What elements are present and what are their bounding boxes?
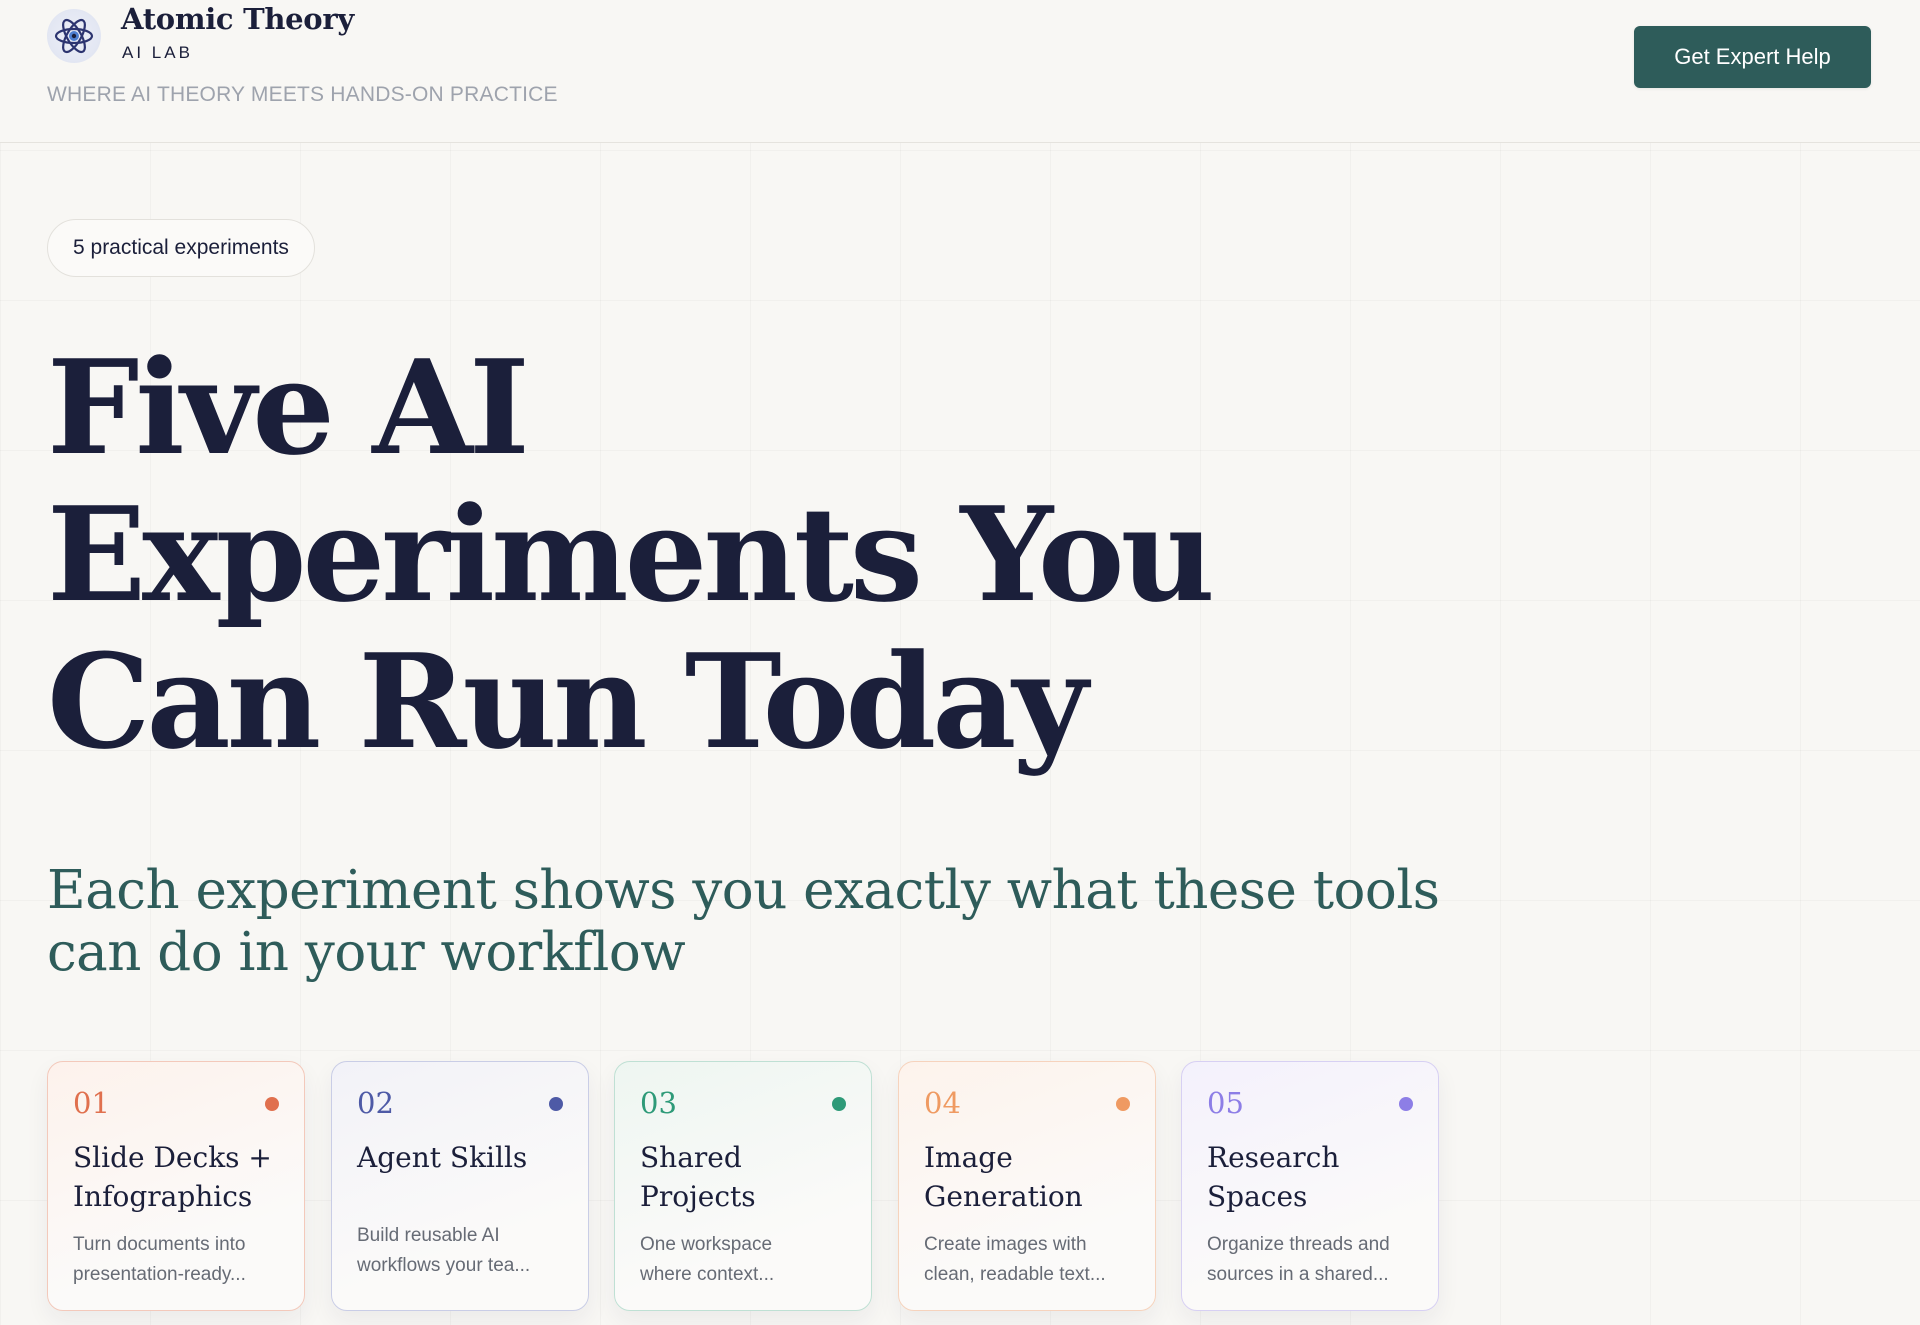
hero-title-line: Can Run Today — [47, 625, 1088, 778]
experiment-card-slide-decks[interactable]: 01 Slide Decks + Infographics Turn docum… — [47, 1061, 305, 1311]
card-number: 02 — [357, 1086, 394, 1120]
experiment-card-agent-skills[interactable]: 02 Agent Skills Build reusable AI workfl… — [331, 1061, 589, 1311]
hero-title-line: Five AI — [47, 331, 530, 484]
status-dot-icon — [549, 1097, 563, 1111]
experiment-cards: 01 Slide Decks + Infographics Turn docum… — [47, 1061, 1447, 1313]
status-dot-icon — [1116, 1097, 1130, 1111]
card-description-line: where context... — [640, 1264, 775, 1285]
card-description-line: One workspace — [640, 1234, 773, 1255]
card-number: 05 — [1207, 1086, 1244, 1120]
card-number: 03 — [640, 1086, 677, 1120]
status-dot-icon — [1399, 1097, 1413, 1111]
experiments-count-badge: 5 practical experiments — [47, 219, 315, 277]
card-description-line: clean, readable text... — [924, 1264, 1106, 1285]
card-title: Image Generation — [924, 1141, 1083, 1213]
card-title: Agent Skills — [357, 1141, 528, 1174]
card-description: Organize threads and sources in a shared… — [1207, 1230, 1422, 1290]
card-description: Create images with clean, readable text.… — [924, 1230, 1139, 1290]
hero-title: Five AI Experiments You Can Run Today — [47, 334, 1447, 775]
card-description: Turn documents into presentation-ready..… — [73, 1230, 288, 1290]
card-description-line: Organize threads and — [1207, 1234, 1390, 1255]
card-description: Build reusable AI workflows your tea... — [357, 1221, 572, 1281]
brand-name[interactable]: Atomic Theory — [121, 2, 354, 36]
card-description-line: presentation-ready... — [73, 1264, 246, 1285]
card-description-line: Turn documents into — [73, 1234, 246, 1255]
brand-subtitle: AI LAB — [122, 43, 193, 62]
site-header: Atomic Theory AI LAB WHERE AI THEORY MEE… — [0, 0, 1920, 143]
experiment-card-research-spaces[interactable]: 05 Research Spaces Organize threads and … — [1181, 1061, 1439, 1311]
experiment-card-shared-projects[interactable]: 03 Shared Projects One workspace where c… — [614, 1061, 872, 1311]
status-dot-icon — [265, 1097, 279, 1111]
card-description: One workspace where context... — [640, 1230, 855, 1290]
hero-title-line: Experiments You — [47, 478, 1215, 631]
card-description-line: Create images with — [924, 1234, 1087, 1255]
experiment-card-image-generation[interactable]: 04 Image Generation Create images with c… — [898, 1061, 1156, 1311]
card-description-line: workflows your tea... — [357, 1255, 531, 1276]
card-number: 04 — [924, 1086, 961, 1120]
card-number: 01 — [73, 1086, 110, 1120]
atom-icon[interactable] — [47, 9, 101, 63]
get-expert-help-button[interactable]: Get Expert Help — [1634, 26, 1871, 88]
card-description-line: sources in a shared... — [1207, 1264, 1389, 1285]
card-description-line: Build reusable AI — [357, 1225, 500, 1246]
card-title: Slide Decks + Infographics — [73, 1141, 272, 1213]
status-dot-icon — [832, 1097, 846, 1111]
card-title: Research Spaces — [1207, 1141, 1340, 1213]
tagline: WHERE AI THEORY MEETS HANDS-ON PRACTICE — [47, 83, 558, 106]
hero-subtitle: Each experiment shows you exactly what t… — [47, 860, 1440, 983]
card-title: Shared Projects — [640, 1141, 756, 1213]
